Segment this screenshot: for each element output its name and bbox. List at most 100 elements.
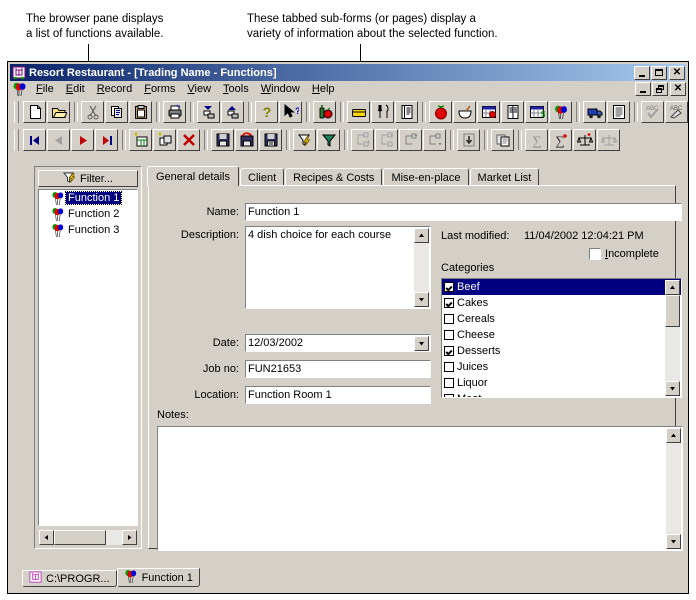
sum-icon[interactable]: ∑	[525, 129, 548, 151]
scroll-down-button[interactable]	[414, 292, 429, 307]
indent-right-icon[interactable]	[375, 129, 398, 151]
category-checkbox[interactable]	[444, 394, 454, 397]
mixing-bowl-icon[interactable]	[453, 101, 476, 123]
balloons-icon[interactable]	[549, 101, 572, 123]
tab-recipes-costs[interactable]: Recipes & Costs	[285, 168, 383, 186]
description-scrollbar[interactable]	[414, 228, 429, 307]
category-row[interactable]: Meat	[442, 391, 681, 397]
copy-icon[interactable]	[105, 101, 128, 123]
menu-edit[interactable]: Edit	[60, 82, 91, 96]
spellcheck-icon[interactable]: ABC	[641, 101, 664, 123]
new-icon[interactable]	[23, 101, 46, 123]
category-row[interactable]: Juices	[442, 359, 681, 375]
category-row[interactable]: Cakes	[442, 295, 681, 311]
balance-icon[interactable]	[597, 129, 620, 151]
context-help-arrow-icon[interactable]: ?	[279, 101, 302, 123]
function-tree[interactable]: Function 1 Function 2 Function 3	[38, 189, 138, 526]
tab-market-list[interactable]: Market List	[469, 168, 540, 186]
status-tab-function-1[interactable]: Function 1	[116, 568, 200, 587]
category-row[interactable]: Cheese	[442, 327, 681, 343]
scroll-thumb[interactable]	[54, 530, 106, 545]
menu-record[interactable]: Record	[91, 82, 138, 96]
category-checkbox[interactable]	[444, 282, 454, 292]
mdi-minimize-button[interactable]	[635, 82, 651, 96]
delivery-truck-icon[interactable]	[583, 101, 606, 123]
category-row[interactable]: Beef	[442, 279, 681, 295]
menu-window[interactable]: Window	[255, 82, 306, 96]
categories-list[interactable]: Beef Cakes Cereals Cheese Desserts Juice…	[441, 278, 682, 398]
scroll-track[interactable]	[665, 327, 680, 381]
scroll-track[interactable]	[666, 443, 681, 534]
tab-mise-en-place[interactable]: Mise-en-place	[383, 168, 469, 186]
save-close-icon[interactable]	[259, 129, 282, 151]
description-input[interactable]: 4 dish choice for each course	[245, 226, 431, 309]
category-row[interactable]: Cereals	[442, 311, 681, 327]
previous-record-icon[interactable]	[47, 129, 70, 151]
menu-file[interactable]: File	[30, 82, 60, 96]
tree-item-function-1[interactable]: Function 1	[39, 190, 137, 206]
tomato-icon[interactable]	[429, 101, 452, 123]
duplicate-record-icon[interactable]	[153, 129, 176, 151]
expand-icon[interactable]	[221, 101, 244, 123]
categories-scrollbar[interactable]	[665, 280, 680, 396]
last-record-icon[interactable]	[95, 129, 118, 151]
balloons-icon[interactable]	[12, 82, 27, 97]
date-input[interactable]: 12/03/2002	[245, 334, 431, 352]
name-input[interactable]: Function 1	[245, 203, 682, 221]
cutlery-icon[interactable]	[371, 101, 394, 123]
maximize-button[interactable]	[651, 65, 667, 80]
book-icon[interactable]	[395, 101, 418, 123]
copy-form-icon[interactable]	[491, 129, 514, 151]
calendar-cost-icon[interactable]: $	[525, 101, 548, 123]
scroll-track[interactable]	[414, 243, 429, 292]
status-tab-database[interactable]: C:\PROGR...	[22, 570, 117, 587]
scroll-up-button[interactable]	[665, 280, 680, 295]
menu-view[interactable]: View	[181, 82, 217, 96]
notes-input[interactable]	[157, 426, 683, 551]
cut-scissors-icon[interactable]	[81, 101, 104, 123]
save-icon[interactable]	[211, 129, 234, 151]
first-record-icon[interactable]	[23, 129, 46, 151]
incomplete-checkbox[interactable]	[589, 248, 601, 260]
collapse-icon[interactable]	[197, 101, 220, 123]
yellow-box-icon[interactable]	[347, 101, 370, 123]
category-checkbox[interactable]	[444, 362, 454, 372]
tree-item-function-2[interactable]: Function 2	[39, 206, 137, 222]
move-down-icon[interactable]	[423, 129, 446, 151]
scroll-down-button[interactable]	[666, 534, 681, 549]
save-undo-icon[interactable]	[235, 129, 258, 151]
scroll-up-button[interactable]	[666, 428, 681, 443]
report-icon[interactable]	[607, 101, 630, 123]
insert-down-icon[interactable]	[457, 129, 480, 151]
ledger-icon[interactable]	[501, 101, 524, 123]
location-input[interactable]: Function Room 1	[245, 386, 431, 404]
tree-item-function-3[interactable]: Function 3	[39, 222, 137, 238]
chevron-down-icon[interactable]	[414, 336, 429, 351]
category-row[interactable]: Desserts	[442, 343, 681, 359]
help-question-icon[interactable]: ?	[255, 101, 278, 123]
menu-help[interactable]: Help	[306, 82, 341, 96]
paste-clipboard-icon[interactable]	[129, 101, 152, 123]
category-checkbox[interactable]	[444, 330, 454, 340]
scroll-down-button[interactable]	[665, 381, 680, 396]
indent-left-icon[interactable]	[351, 129, 374, 151]
filter-icon[interactable]	[317, 129, 340, 151]
balance-plus-icon[interactable]	[573, 129, 596, 151]
tree-horizontal-scrollbar[interactable]	[38, 530, 138, 545]
scroll-thumb[interactable]	[665, 295, 680, 327]
toolbar-grip[interactable]	[14, 101, 19, 123]
scroll-up-button[interactable]	[414, 228, 429, 243]
print-icon[interactable]	[163, 101, 186, 123]
ingredients-bottle-icon[interactable]	[313, 101, 336, 123]
next-record-icon[interactable]	[71, 129, 94, 151]
sum-plus-icon[interactable]: ∑	[549, 129, 572, 151]
notes-scrollbar[interactable]	[666, 428, 681, 549]
category-checkbox[interactable]	[444, 298, 454, 308]
category-row[interactable]: Liquor	[442, 375, 681, 391]
category-checkbox[interactable]	[444, 346, 454, 356]
delete-record-icon[interactable]	[177, 129, 200, 151]
close-button[interactable]: ✕	[669, 65, 685, 80]
tab-client[interactable]: Client	[240, 168, 285, 186]
move-up-icon[interactable]	[399, 129, 422, 151]
open-folder-icon[interactable]	[47, 101, 70, 123]
